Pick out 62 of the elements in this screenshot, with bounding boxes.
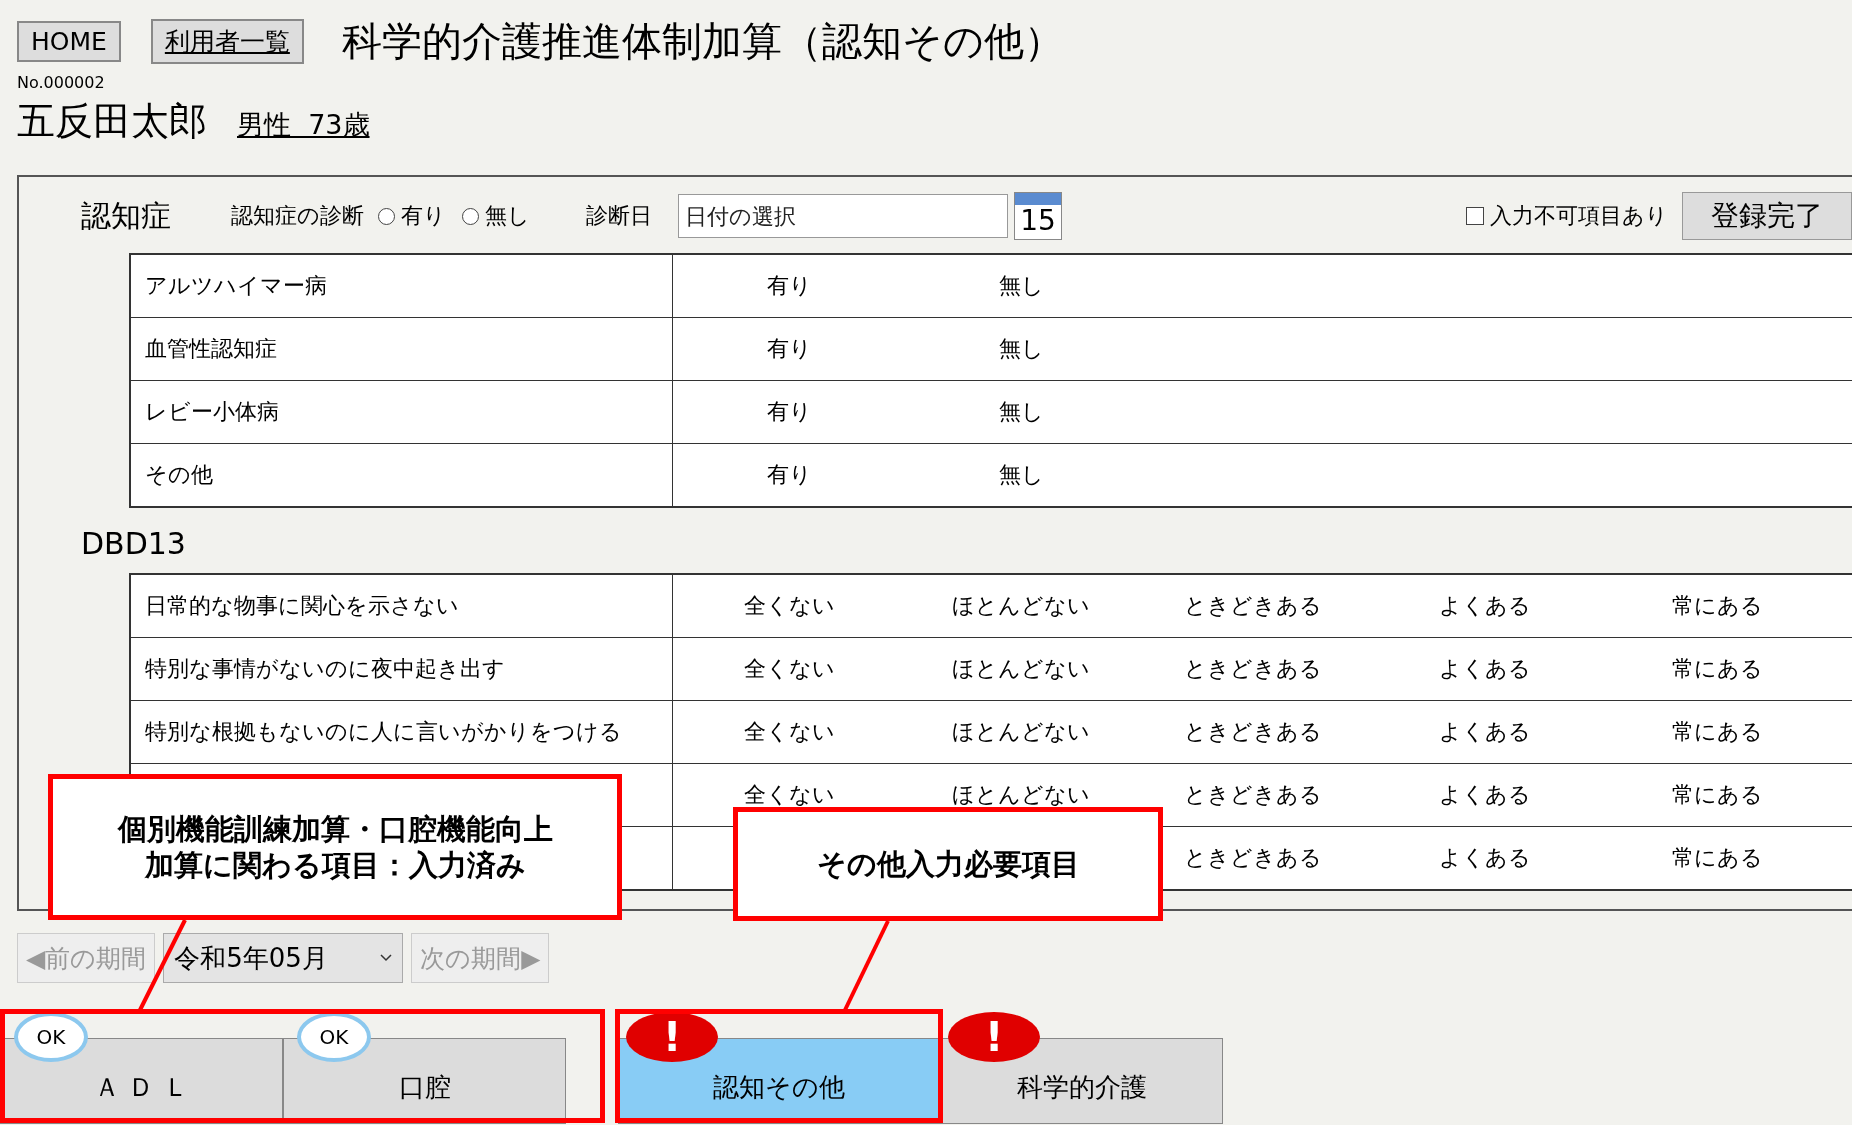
option-label[interactable]: よくある [1439, 780, 1531, 810]
option-label[interactable]: 全くない [743, 654, 835, 684]
radio-label: 無し [485, 202, 530, 230]
option-label[interactable]: ときどきある [1184, 591, 1322, 621]
nav-button[interactable]: 利用者一覧 [150, 19, 304, 64]
option-label[interactable]: ほとんどない [952, 780, 1090, 810]
option-label[interactable]: ほとんどない [952, 654, 1090, 684]
option-label[interactable]: よくある [1439, 654, 1531, 684]
table-cell: その他 [131, 444, 673, 506]
option-label[interactable]: よくある [1439, 843, 1531, 873]
page-title: 科学的介護推進体制加算（認知その他） [341, 17, 1064, 66]
option-label[interactable]: よくある [1439, 591, 1531, 621]
user-number: No.000002 [16, 72, 106, 92]
option-label[interactable]: 全くない [743, 717, 835, 747]
option-label[interactable]: 無し [998, 460, 1044, 490]
option-label[interactable]: 常にある [1671, 843, 1763, 873]
option-label[interactable]: 常にある [1671, 717, 1763, 747]
nav-button[interactable]: HOME [17, 21, 121, 62]
date-field[interactable]: 日付の選択 [678, 194, 1008, 238]
option-label[interactable]: 有り [766, 271, 812, 301]
option-label[interactable]: 常にある [1671, 780, 1763, 810]
table-cell: 血管性認知症 [131, 318, 673, 380]
option-label[interactable]: ほとんどない [952, 717, 1090, 747]
option-label[interactable]: ほとんどない [952, 591, 1090, 621]
option-label[interactable]: 常にある [1671, 591, 1763, 621]
option-label[interactable]: 有り [766, 334, 812, 364]
alert-badge: ! [948, 1012, 1040, 1062]
option-label[interactable]: 常にある [1671, 654, 1763, 684]
option-label[interactable]: よくある [1439, 717, 1531, 747]
section-heading: DBD13 [80, 525, 187, 561]
callout-note: 個別機能訓練加算・口腔機能向上加算に関わる項目：入力済み [48, 774, 622, 920]
radio-label: 有り [401, 202, 446, 230]
chevron-down-icon [380, 954, 393, 962]
option-label[interactable]: ときどきある [1184, 843, 1322, 873]
table-cell: レビー小体病 [131, 381, 673, 443]
option-label[interactable]: 無し [998, 334, 1044, 364]
radio-button[interactable] [378, 207, 395, 225]
option-label[interactable]: ときどきある [1184, 654, 1322, 684]
option-label[interactable]: 全くない [743, 591, 835, 621]
option-label[interactable]: 無し [998, 271, 1044, 301]
sex-age-link[interactable]: 男性 73歳 [237, 107, 370, 143]
month-select[interactable]: 令和5年05月 [163, 933, 404, 983]
option-label[interactable]: 有り [766, 460, 812, 490]
section-heading: 認知症 [81, 196, 171, 235]
date-label: 診断日 [586, 202, 652, 230]
checkbox[interactable] [1466, 207, 1484, 225]
calendar-icon[interactable]: 15 [1014, 192, 1062, 240]
option-label[interactable]: ときどきある [1184, 780, 1322, 810]
checkbox-label: 入力不可項目あり [1490, 202, 1668, 230]
user-name: 五反田太郎 [17, 98, 207, 145]
option-label[interactable]: ときどきある [1184, 717, 1322, 747]
option-label[interactable]: 無し [998, 397, 1044, 427]
option-label[interactable]: 全くない [743, 780, 835, 810]
table-cell: アルツハイマー病 [131, 255, 673, 317]
table-cell: 日常的な物事に関心を示さない [131, 575, 673, 637]
complete-button[interactable]: 登録完了 [1682, 192, 1852, 240]
diagnosis-label: 認知症の診断 [231, 202, 364, 230]
callout-note: その他入力必要項目 [733, 807, 1163, 921]
table-cell: 特別な根拠もないのに人に言いがかりをつける [131, 701, 673, 763]
option-label[interactable]: 有り [766, 397, 812, 427]
radio-button[interactable] [462, 207, 479, 225]
table-cell: 特別な事情がないのに夜中起き出す [131, 638, 673, 700]
